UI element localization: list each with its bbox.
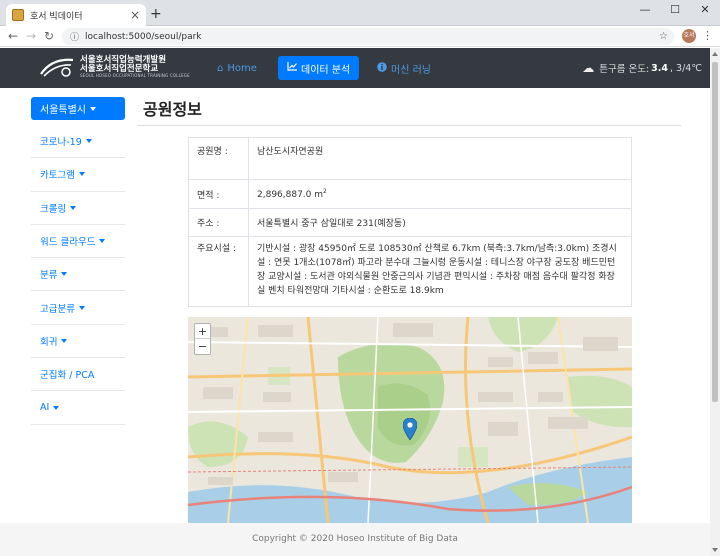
- cloud-icon: ☁: [582, 61, 595, 75]
- park-area-value: 2,896,887.0 m: [257, 190, 324, 200]
- park-facilities-value: 기반시설 : 광장 45950㎡ 도로 108530㎡ 산책로 6.7km (북…: [248, 236, 632, 307]
- favicon-icon: [12, 9, 24, 21]
- zoom-in-button[interactable]: +: [195, 324, 210, 339]
- nav-machine-learning[interactable]: 머신 러닝: [368, 56, 440, 80]
- site-logo[interactable]: 서울호서직업능력개발원 서울호서직업전문학교 SEOUL HOSEO OCCUP…: [38, 54, 190, 80]
- chart-icon: [287, 62, 297, 74]
- sidebar-item-classification[interactable]: 분류: [31, 258, 125, 292]
- caret-down-icon: [85, 139, 92, 144]
- close-window-icon[interactable]: ✕: [690, 0, 720, 22]
- sidebar-item-cartogram[interactable]: 카토그램: [31, 158, 125, 192]
- weather-range: , 3/4℃: [670, 62, 702, 74]
- url-text: localhost:5000/seoul/park: [85, 31, 202, 42]
- sidebar-item-corona[interactable]: 코로나-19: [31, 125, 125, 159]
- weather-temp: 3.4: [651, 62, 668, 74]
- sidebar-item-advanced-classification[interactable]: 고급분류: [31, 291, 125, 325]
- footer: Copyright © 2020 Hoseo Institute of Big …: [0, 523, 710, 556]
- address-bar: ← → ↻ ⓘ localhost:5000/seoul/park ☆ 호서 ⋮: [0, 26, 720, 47]
- info-circle-icon: [377, 61, 387, 75]
- park-area-key: 면적 :: [188, 179, 249, 209]
- zoom-control: + −: [194, 323, 211, 355]
- url-field[interactable]: ⓘ localhost:5000/seoul/park ☆: [62, 28, 674, 45]
- weather-widget: ☁ 튼구름 온도: 3.4 , 3/4℃: [582, 61, 702, 75]
- weather-label: 튼구름 온도:: [599, 64, 650, 75]
- sidebar-item-label: 군집화 / PCA: [40, 370, 95, 382]
- page-title: 공원정보: [143, 100, 202, 119]
- window-controls: — ☐ ✕: [630, 0, 720, 22]
- page-scrollbar[interactable]: [710, 48, 720, 556]
- nav-home[interactable]: ⌂ Home: [208, 56, 266, 80]
- nav-machine-learning-label: 머신 러닝: [391, 64, 431, 76]
- close-tab-icon[interactable]: ×: [130, 9, 140, 21]
- caret-down-icon: [70, 205, 77, 210]
- park-map[interactable]: + −: [188, 317, 632, 523]
- minimize-icon[interactable]: —: [630, 0, 660, 22]
- sidebar-item-label: 코로나-19: [40, 137, 82, 149]
- sidebar-item-wordcloud[interactable]: 워드 클라우드: [31, 225, 125, 259]
- logo-icon: [40, 58, 74, 77]
- caret-down-icon: [53, 405, 60, 410]
- nav-data-analysis[interactable]: 데이터 분석: [278, 56, 360, 80]
- caret-down-icon: [99, 239, 106, 244]
- zoom-out-button[interactable]: −: [195, 339, 210, 354]
- sidebar-item-label: 고급분류: [40, 303, 75, 315]
- caret-down-icon: [61, 272, 68, 277]
- park-address-value: 서울특별시 중구 삼일대로 231(예장동): [248, 208, 632, 237]
- table-row: 주소 : 서울특별시 중구 삼일대로 231(예장동): [188, 208, 632, 237]
- sidebar-seoul-dropdown[interactable]: 서울특별시: [31, 97, 125, 120]
- new-tab-button[interactable]: +: [150, 6, 162, 22]
- sidebar-item-crawling[interactable]: 크롤링: [31, 192, 125, 225]
- sidebar-item-ai[interactable]: AI: [31, 391, 125, 425]
- caret-down-icon: [78, 305, 85, 310]
- park-name-key: 공원명 :: [188, 137, 249, 180]
- reload-icon[interactable]: ↻: [44, 29, 54, 43]
- park-area-cell: 2,896,887.0 m2: [248, 179, 632, 209]
- home-icon: ⌂: [217, 62, 224, 74]
- divider: [137, 125, 681, 126]
- table-row: 면적 : 2,896,887.0 m2: [188, 179, 632, 209]
- bookmark-star-icon[interactable]: ☆: [659, 31, 668, 42]
- sidebar-seoul-label: 서울특별시: [40, 105, 86, 116]
- app-navbar: 서울호서직업능력개발원 서울호서직업전문학교 SEOUL HOSEO OCCUP…: [0, 48, 720, 88]
- nav-data-analysis-label: 데이터 분석: [301, 64, 351, 76]
- scroll-thumb[interactable]: [712, 62, 718, 402]
- scroll-down-icon[interactable]: [712, 548, 718, 552]
- browser-menu-icon[interactable]: ⋮: [702, 29, 713, 42]
- tab-title: 호서 빅데이터: [30, 11, 83, 22]
- sidebar-item-clustering[interactable]: 군집화 / PCA: [31, 358, 125, 392]
- caret-down-icon: [90, 106, 96, 111]
- park-area-unit-sup: 2: [323, 188, 327, 195]
- browser-tab-bar: 호서 빅데이터 × + — ☐ ✕: [0, 0, 720, 26]
- table-row: 공원명 : 남산도시자연공원: [188, 137, 632, 180]
- table-row: 주요시설 : 기반시설 : 광장 45950㎡ 도로 108530㎡ 산책로 6…: [188, 236, 632, 307]
- logo-subtitle: SEOUL HOSEO OCCUPATIONAL TRAINING COLLEG…: [80, 72, 190, 78]
- profile-avatar[interactable]: 호서: [682, 29, 696, 43]
- park-facilities-key: 주요시설 :: [188, 236, 249, 307]
- sidebar-item-label: 분류: [40, 270, 58, 282]
- sidebar-item-label: 카토그램: [40, 170, 75, 182]
- park-info-table: 공원명 : 남산도시자연공원 면적 : 2,896,887.0 m2 주소 : …: [188, 137, 632, 307]
- back-icon[interactable]: ←: [8, 29, 18, 43]
- sidebar: 서울특별시 코로나-19 카토그램 크롤링 워드 클라우드 분류 고급분류 회귀…: [31, 97, 125, 425]
- scroll-up-icon[interactable]: [712, 52, 718, 56]
- sidebar-item-label: 크롤링: [40, 203, 67, 215]
- info-icon[interactable]: ⓘ: [70, 30, 79, 43]
- park-address-key: 주소 :: [188, 208, 249, 237]
- caret-down-icon: [61, 338, 68, 343]
- sidebar-item-label: AI: [40, 402, 50, 414]
- map-marker-icon[interactable]: [403, 418, 417, 440]
- caret-down-icon: [78, 172, 85, 177]
- sidebar-item-label: 회귀: [40, 336, 58, 348]
- sidebar-item-regression[interactable]: 회귀: [31, 325, 125, 359]
- sidebar-item-label: 워드 클라우드: [40, 237, 96, 249]
- nav-home-label: Home: [227, 62, 257, 74]
- park-name-value: 남산도시자연공원: [248, 137, 632, 180]
- browser-tab[interactable]: 호서 빅데이터 ×: [6, 4, 146, 26]
- maximize-icon[interactable]: ☐: [660, 0, 690, 22]
- forward-icon[interactable]: →: [26, 29, 36, 43]
